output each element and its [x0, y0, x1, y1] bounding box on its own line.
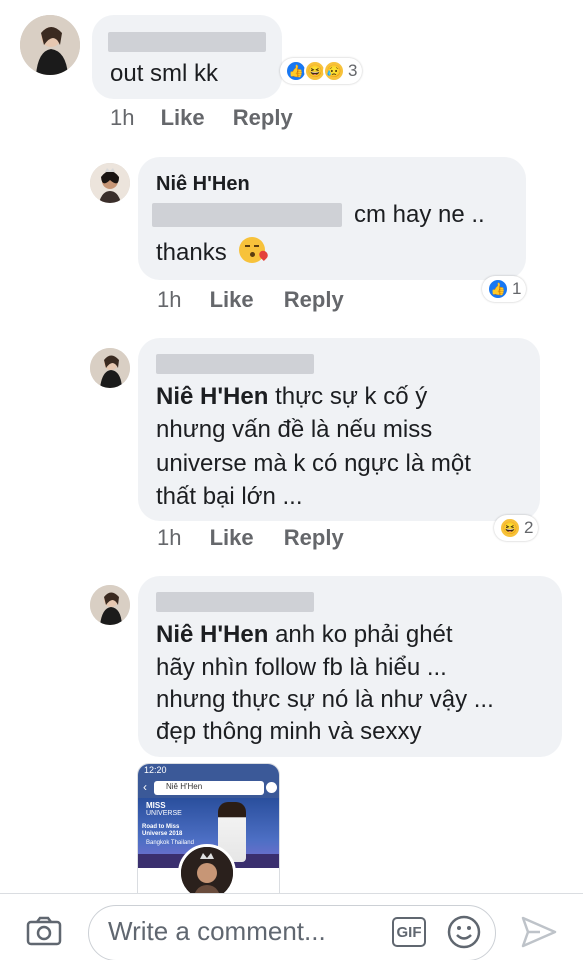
reaction-summary[interactable]: 😆 2 [494, 515, 539, 541]
comment-text: universe mà k có ngực là một [156, 450, 471, 477]
avatar[interactable] [20, 15, 80, 75]
blurred-author-name [156, 592, 314, 612]
attachment-headline2: Bangkok Thailand [146, 840, 194, 846]
attachment-image[interactable]: 12:20 ‹ Niê H'Hen MISS UNIVERSE Road to … [137, 763, 280, 898]
reply-button[interactable]: Reply [284, 525, 344, 551]
back-arrow-icon: ‹ [143, 780, 147, 794]
attachment-searchbar: ‹ Niê H'Hen [138, 778, 279, 798]
comment-meta: 1h Like Reply [157, 525, 344, 551]
attachment-brand-line1: MISS [146, 801, 166, 810]
send-icon[interactable] [520, 915, 558, 949]
attachment-search-text: Niê H'Hen [166, 782, 203, 791]
attachment-status-time: 12:20 [144, 765, 167, 775]
comment-text: đẹp thông minh và sexxy [156, 718, 422, 745]
comment-bubble: out sml kk [92, 15, 282, 99]
attachment-brand-line2: UNIVERSE [146, 810, 182, 817]
reply-button[interactable]: Reply [284, 287, 344, 313]
haha-icon: 😆 [499, 517, 521, 539]
reaction-summary[interactable]: 👍 😆 😥 3 [280, 58, 363, 84]
blurred-text [152, 203, 342, 227]
like-button[interactable]: Like [210, 525, 254, 551]
attachment-headline1: Road to Miss Universe 2018 [142, 824, 183, 837]
comment-text: out sml kk [110, 60, 219, 87]
blurred-author-name [156, 354, 314, 374]
reaction-count: 3 [348, 61, 358, 80]
sad-icon: 😥 [323, 60, 345, 82]
like-icon: 👍 [487, 278, 509, 300]
comment-text: thất bại lớn ... [156, 483, 303, 510]
blurred-author-name [108, 32, 266, 52]
gif-icon[interactable]: GIF [392, 917, 426, 947]
reaction-summary[interactable]: 👍 1 [482, 276, 527, 302]
comment-input-placeholder: Write a comment... [108, 916, 326, 946]
comment-bubble: Niê H'Hen thực sự k cố ý nhưng vấn đề là… [138, 338, 540, 521]
timestamp: 1h [110, 105, 135, 130]
comment-meta: 1h Like Reply [110, 105, 293, 131]
attachment-statusbar: 12:20 [138, 764, 279, 778]
comment-text: thanks [156, 235, 270, 270]
reaction-count: 2 [524, 518, 534, 537]
messenger-icon [266, 782, 277, 793]
avatar[interactable] [90, 585, 130, 625]
comment-meta: 1h Like Reply [157, 287, 344, 313]
avatar[interactable] [90, 163, 130, 203]
timestamp: 1h [157, 525, 182, 550]
mention-link[interactable]: Niê H'Hen [156, 383, 268, 410]
camera-icon[interactable] [26, 916, 62, 946]
reaction-count: 1 [512, 279, 522, 298]
gif-label: GIF [396, 923, 422, 941]
comment-bubble: Niê H'Hen cm hay ne .. thanks [138, 157, 526, 280]
profile-picture-circle [178, 844, 236, 897]
kissing-face-icon [239, 237, 270, 263]
like-button[interactable]: Like [210, 287, 254, 313]
emoji-icon[interactable] [446, 914, 482, 950]
reply-button[interactable]: Reply [233, 105, 293, 131]
comment-text: cm hay ne .. [354, 201, 485, 228]
comment-author[interactable]: Niê H'Hen [156, 173, 250, 196]
like-button[interactable]: Like [161, 105, 205, 131]
comment-text: Niê H'Hen thực sự k cố ý [156, 383, 428, 410]
comment-text: nhưng vấn đề là nếu miss [156, 416, 433, 443]
avatar[interactable] [90, 348, 130, 388]
comment-text: nhưng thực sự nó là như vậy ... [156, 686, 494, 713]
timestamp: 1h [157, 287, 182, 312]
comment-text: Niê H'Hen anh ko phải ghét [156, 621, 453, 648]
mention-link[interactable]: Niê H'Hen [156, 621, 268, 648]
comment-text: hãy nhìn follow fb là hiểu ... [156, 654, 447, 681]
comment-bubble: Niê H'Hen anh ko phải ghét hãy nhìn foll… [138, 576, 562, 757]
